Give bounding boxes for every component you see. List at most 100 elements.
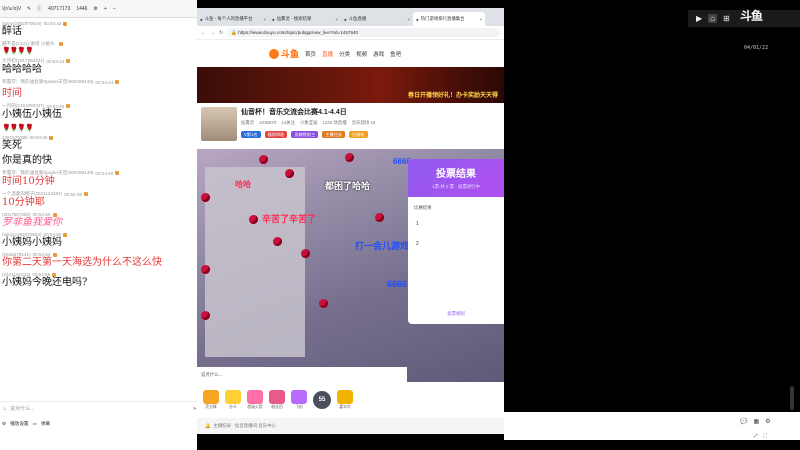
chat-topbar: \(o'ω'o)\/ ✎ ⓘ 40717173 1446 ⚙ + – <box>0 0 197 18</box>
settings-icon[interactable]: ⚙ <box>93 6 97 12</box>
nav-live[interactable]: 直播 <box>322 50 333 58</box>
browser-window: ● 斗鱼 - 每个人的直播平台 × ● 仙雾灵 - 搜索结果 × ● 斗鱼直播 × ● 热门游… <box>197 8 504 434</box>
chat-message-text: 笑死 <box>2 140 22 151</box>
gift-label: 嘉年华 <box>339 405 351 409</box>
tab-search[interactable]: ● 仙雾灵 - 搜索结果 × <box>269 12 341 26</box>
chat-panel: \(o'ω'o)\/ ✎ ⓘ 40717173 1446 ⚙ + – hainy… <box>0 0 197 450</box>
chat-message: (2646279141) 00:54:54 你第二天第一天海选为什么不这么快 <box>0 251 197 271</box>
chat-input-row: ☺ 说点什么... ➤ <box>0 401 197 415</box>
vote-option[interactable]: 2 <box>416 241 419 247</box>
heart-icon <box>319 299 328 308</box>
chat-timestamp: 00:54:49 <box>64 191 82 197</box>
vote-result-panel: 投票结果 1票·共 2 票 · 投票进行中 比赛结果 1 2 投票规则 <box>408 159 504 324</box>
play-icon[interactable]: ▶ <box>696 14 702 23</box>
gift-item[interactable]: 飞机 <box>291 390 307 410</box>
chat-message: (2017667282) 00:54:50 罗非鱼我爱你 <box>0 211 197 231</box>
forward-icon[interactable]: → <box>210 30 215 36</box>
user-handle: \(o'ω'o)\/ <box>2 5 21 12</box>
reload-icon[interactable]: ↻ <box>219 30 223 36</box>
minimize-icon[interactable]: – <box>113 6 116 12</box>
chat-message: hainy(2282970824) 00:54:42 醉话 <box>0 20 197 40</box>
vote-subtitle: 1票·共 2 票 · 投票进行中 <box>432 184 480 189</box>
tab-favicon-icon: ● <box>416 16 419 22</box>
gift-item[interactable]: 办卡 <box>225 390 241 410</box>
danmaku-input[interactable]: 说点什么... <box>201 372 222 378</box>
grid-icon[interactable]: ▦ <box>753 418 759 425</box>
nav-fishbar[interactable]: 鱼吧 <box>390 50 401 58</box>
site-header: 斗鱼 首页 直播 分类 视频 游戏 鱼吧 <box>197 40 504 67</box>
lucky-bag-badge[interactable]: 福袋四轮 <box>264 131 288 138</box>
danmaku-link[interactable]: 弹幕 <box>41 421 50 427</box>
info-icon[interactable]: ⓘ <box>37 5 42 12</box>
chat-input[interactable]: 说点什么... <box>10 405 190 412</box>
settings-icon[interactable]: ⚙ <box>765 418 770 425</box>
video-player[interactable]: 哈哈 都困了哈哈 辛苦了辛苦了 打一会儿游戏 6666 6666 投票结果 1票… <box>197 149 504 382</box>
vote-option[interactable]: 1 <box>416 221 419 227</box>
rose-gift-icons: 🌹🌹🌹🌹 <box>2 125 34 132</box>
gift-item[interactable]: 超级火箭 <box>247 390 263 410</box>
chat-bottom-bar: ⚙ 播放设置 ▭ 弹幕 <box>0 418 197 430</box>
room-meta: 仙雾灵 4236870 14关注 小象互娱 1232 场直播 音乐现场 18 <box>241 120 375 126</box>
nav-category[interactable]: 分类 <box>339 50 350 58</box>
bell-icon: 🔔 <box>205 423 211 428</box>
chat-message-text: 小姨妈今晚还电吗? <box>2 277 88 288</box>
gift-item[interactable]: 荧光棒 <box>203 390 219 410</box>
gear-icon[interactable]: ⚙ <box>2 421 6 427</box>
chat-message-text: 时间10分钟 <box>2 176 55 187</box>
tab-live[interactable]: ● 斗鱼直播 × <box>341 12 413 26</box>
promo-banner[interactable]: 春日开播领好礼！办卡奖励天天得 <box>197 67 504 103</box>
banner-text: 春日开播领好礼！办卡奖励天天得 <box>407 93 498 99</box>
chat-timestamp: 00:54:42 <box>43 21 62 26</box>
play-settings-link[interactable]: 播放设置 <box>10 421 28 427</box>
edit-icon[interactable]: ✎ <box>27 6 31 12</box>
right-bottom-toolbar: 💬 ▦ ⚙ <box>504 412 800 430</box>
close-icon[interactable]: × <box>407 17 410 22</box>
streamer-name[interactable]: 仙雾灵 <box>241 120 254 126</box>
gift-item[interactable]: 嘉年华 <box>337 390 353 410</box>
home-icon[interactable]: ⌂ <box>708 14 717 23</box>
vote-rules-link[interactable]: 投票规则 <box>408 311 504 317</box>
lock-icon: 🔒 <box>231 29 237 35</box>
tab-label: 仙雾灵 - 搜索结果 <box>276 16 312 21</box>
rank-badge[interactable]: V第1名 <box>241 131 261 138</box>
tab-active-room[interactable]: ● 热门游戏排行直播集合 × <box>413 12 485 26</box>
chat-username[interactable]: 罗蕾莎：我的油豆腐Spader天空(900489148) <box>2 79 93 85</box>
scrollbar[interactable] <box>790 386 794 410</box>
chat-message-text: 小姨伍小姨伍 <box>2 109 62 120</box>
url-field[interactable]: 🔒 https://www.douyu.com/topic/pubgqrnew_… <box>227 28 500 37</box>
scan-badge[interactable]: 扫描机 <box>348 131 368 138</box>
chat-message-text: 醉话 <box>2 26 22 37</box>
level-badge[interactable]: 55 <box>313 391 331 409</box>
close-icon[interactable]: × <box>335 17 338 22</box>
chat-timestamp: 00:54:45 <box>46 103 65 109</box>
right-video-area: ▶ ⌂ ⊞ 斗鱼 04/01/22 💬 ▦ ⚙ ⤢ ⛶ <box>504 0 800 450</box>
gift-label: 荧光棒 <box>205 405 217 409</box>
gift-item[interactable]: 粉丝团 <box>269 390 285 410</box>
fullscreen-icon[interactable]: ⛶ <box>764 433 767 438</box>
expand-icon[interactable]: ⤢ <box>754 433 758 438</box>
status-text: 主播纪录 · 仙音直播间·音乐中心 <box>213 423 276 428</box>
danmaku-icon[interactable]: ▭ <box>33 421 37 427</box>
nav-video[interactable]: 视频 <box>356 50 367 58</box>
chat-message-list[interactable]: hainy(2282970824) 00:54:42 醉话 越不是(2131) 进场 … <box>0 20 197 398</box>
nav-home[interactable]: 首页 <box>305 50 316 58</box>
danmaku-bullet: 辛苦了辛苦了 <box>262 214 317 224</box>
emoji-icon[interactable]: ☺ <box>2 406 7 412</box>
contribution-badge[interactable]: 贡献榜前三 <box>291 131 319 138</box>
chat-icon[interactable]: 💬 <box>740 418 747 425</box>
gamepad-icon[interactable]: ⊞ <box>723 14 730 23</box>
add-icon[interactable]: + <box>104 6 107 12</box>
close-icon[interactable]: × <box>479 17 482 22</box>
streamer-avatar[interactable] <box>201 107 237 141</box>
tab-douyu-home[interactable]: ● 斗鱼 - 每个人的直播平台 × <box>197 12 269 26</box>
room-title: 仙音杯！音乐交流会比赛4.1-4.4日 <box>241 109 347 116</box>
heart-icon <box>301 249 310 258</box>
level-icon <box>49 135 54 140</box>
nav-game[interactable]: 游戏 <box>373 50 384 58</box>
back-icon[interactable]: ← <box>201 30 206 36</box>
chat-message-text: 罗非鱼我爱你 <box>2 217 62 228</box>
douyu-logo[interactable]: 斗鱼 <box>269 47 299 60</box>
close-icon[interactable]: × <box>263 17 266 22</box>
level-icon <box>115 171 120 175</box>
task-badge[interactable]: 主播任务 <box>322 131 345 138</box>
